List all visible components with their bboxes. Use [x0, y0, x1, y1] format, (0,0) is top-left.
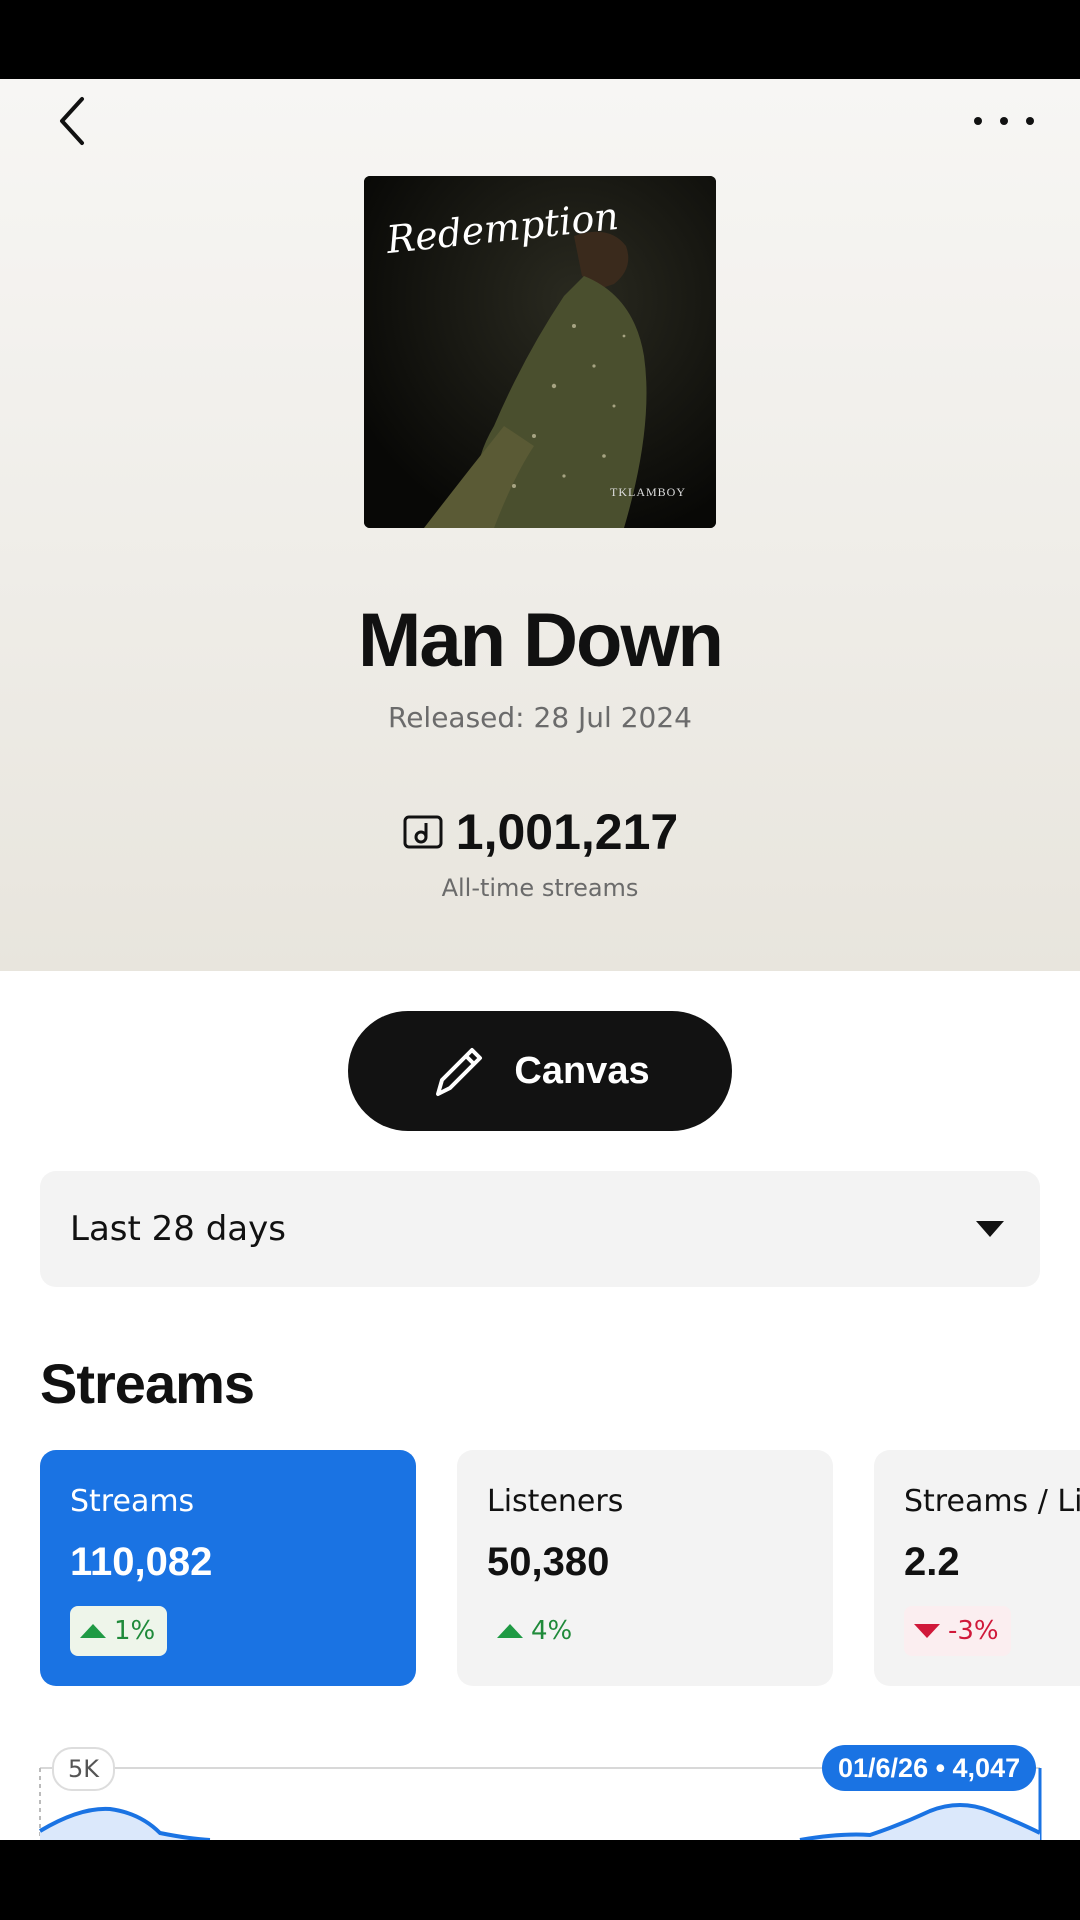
trend-down-icon [914, 1624, 940, 1638]
alltime-streams-label: All-time streams [441, 874, 639, 902]
canvas-button-label: Canvas [514, 1049, 650, 1092]
more-options-button[interactable] [974, 101, 1034, 141]
stat-card-streams-per-listener[interactable]: Streams / Listener 2.2 -3% [874, 1450, 1080, 1686]
streams-chart[interactable]: 5K 01/6/26 • 4,047 [0, 1739, 1080, 1840]
stat-card-change: 4% [487, 1606, 584, 1656]
more-horizontal-icon [974, 117, 982, 125]
release-date: Released: 28 Jul 2024 [388, 701, 692, 734]
canvas-button[interactable]: Canvas [348, 1011, 732, 1131]
caret-down-icon [976, 1221, 1004, 1237]
date-range-select[interactable]: Last 28 days [40, 1171, 1040, 1287]
back-button[interactable] [46, 93, 102, 149]
alltime-streams: 1,001,217 [0, 803, 1080, 861]
trend-up-icon [497, 1624, 523, 1638]
stat-card-label: Streams [70, 1484, 195, 1519]
song-title: Man Down [358, 598, 724, 683]
stat-card-change: 1% [70, 1606, 168, 1656]
date-range-value: Last 28 days [70, 1209, 286, 1249]
chart-y-axis-label: 5K [52, 1747, 116, 1791]
stat-card-value: 50,380 [487, 1540, 610, 1584]
stat-card-streams[interactable]: Streams 110,082 1% [40, 1450, 416, 1686]
song-header: Redemption TKLAMBOY Man Down Released: 2… [0, 79, 1080, 971]
section-title: Streams [40, 1352, 255, 1415]
stat-card-change: -3% [904, 1606, 1011, 1656]
chart-tooltip: 01/6/26 • 4,047 [822, 1745, 1037, 1791]
pencil-icon [436, 1048, 483, 1096]
stat-card-listeners[interactable]: Listeners 50,380 4% [457, 1450, 833, 1686]
album-cover: Redemption TKLAMBOY [364, 176, 716, 528]
stat-card-value: 2.2 [904, 1540, 960, 1584]
music-note-icon [403, 815, 443, 849]
chevron-left-icon [60, 97, 84, 145]
stat-card-value: 110,082 [70, 1540, 213, 1584]
stat-card-label: Streams / Listener [904, 1484, 1080, 1519]
alltime-streams-count: 1,001,217 [455, 804, 679, 860]
song-stats-screen: Redemption TKLAMBOY Man Down Released: 2… [0, 79, 1080, 1840]
trend-up-icon [80, 1624, 106, 1638]
cover-artist-text: TKLAMBOY [610, 485, 686, 499]
stat-card-label: Listeners [487, 1484, 624, 1519]
